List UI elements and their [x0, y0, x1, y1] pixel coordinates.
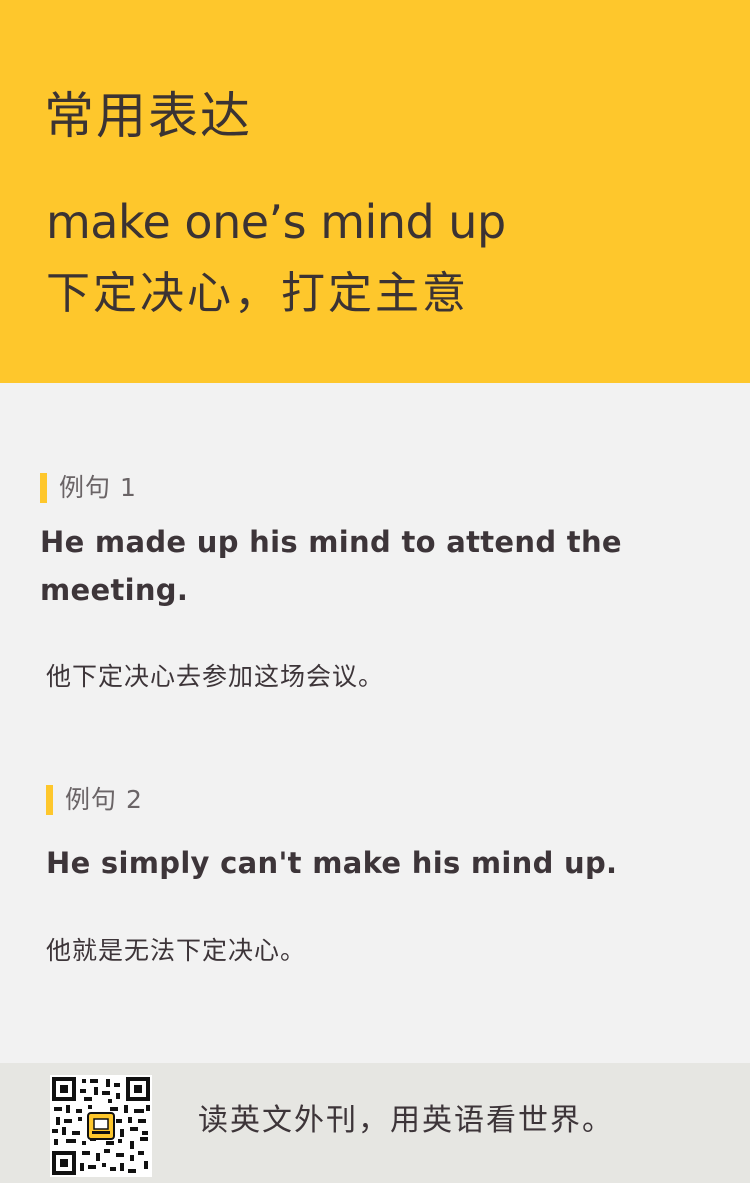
phrase-meaning: 下定决心，打定主意: [46, 268, 469, 319]
example-label: 例句 1: [40, 473, 137, 503]
label-accent-bar: [46, 785, 53, 815]
example-english: He made up his mind to attend the meetin…: [40, 525, 622, 607]
example-label: 例句 2: [46, 785, 143, 815]
section-title: 常用表达: [44, 87, 252, 145]
example-label-text: 例句 1: [59, 473, 137, 502]
example-chinese: 他就是无法下定决心。: [46, 936, 307, 965]
example-english: He simply can't make his mind up.: [46, 846, 618, 880]
header-banner: 常用表达 make one’s mind up 下定决心，打定主意: [0, 0, 750, 383]
phrase-english: make one’s mind up: [46, 195, 506, 249]
footer-slogan: 读英文外刊，用英语看世界。: [198, 1103, 614, 1138]
footer: 读英文外刊，用英语看世界。: [0, 1063, 750, 1183]
example-chinese: 他下定决心去参加这场会议。: [46, 662, 385, 691]
example-label-text: 例句 2: [65, 785, 143, 814]
qr-code-icon: [50, 1075, 152, 1177]
label-accent-bar: [40, 473, 47, 503]
